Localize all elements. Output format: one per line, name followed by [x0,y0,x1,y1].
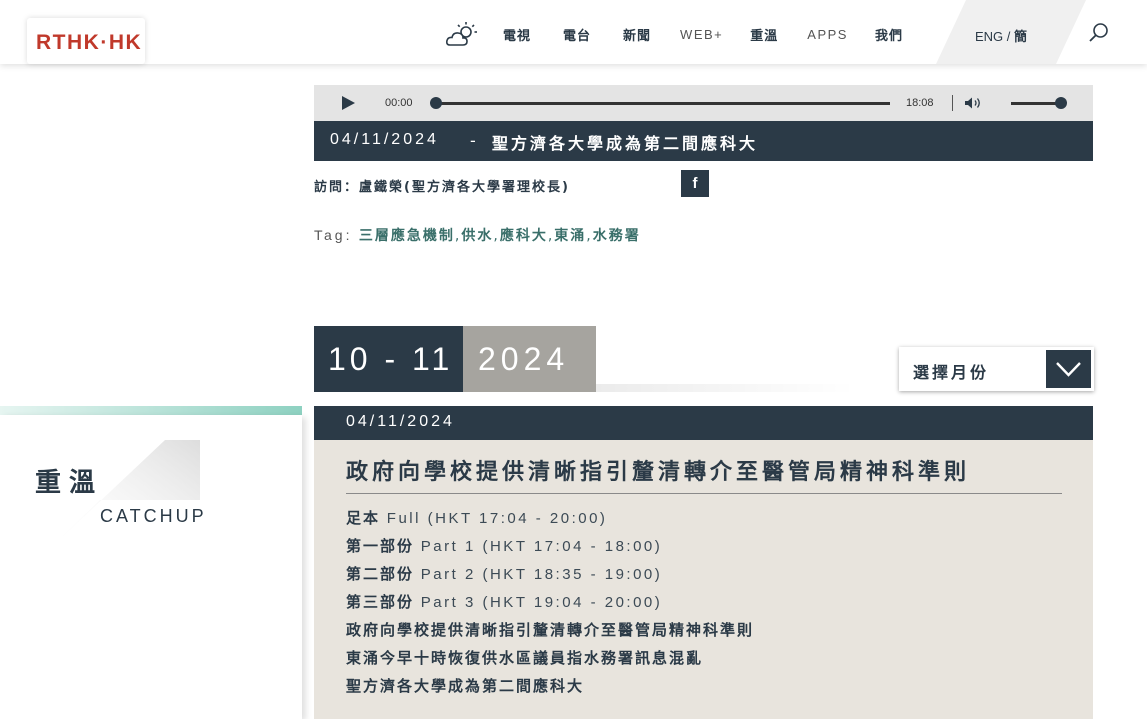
catchup-title-zh: 重溫 [35,468,104,498]
nav-apps[interactable]: APPS [807,27,848,42]
episode-date: 04/11/2024 [330,131,439,148]
segment-part3-link[interactable]: 第三部份 Part 3 (HKT 19:04 - 20:00) [346,591,662,612]
episode-card-header: 04/11/2024 [314,406,1093,440]
segment-label: 第二部份 [346,565,415,583]
interview-text: 訪問：盧鐵榮(聖方濟各大學署理校長) [314,180,570,195]
catchup-title-en: CATCHUP [100,506,207,526]
tag-link[interactable]: 東涌 [554,228,586,244]
nav-radio[interactable]: 電台 [563,25,591,44]
language-switch: ENG / 簡 [975,26,1027,45]
diagonal-decoration [40,440,200,558]
search-icon[interactable] [1088,22,1110,44]
card-date: 04/11/2024 [346,413,455,430]
nav-tv[interactable]: 電視 [503,25,531,44]
nav-news[interactable]: 新聞 [623,25,651,44]
chevron-down-icon [1056,362,1081,377]
audio-player: 00:00 18:08 [314,85,1093,121]
tag-link[interactable]: 應科大 [500,228,548,244]
tag-link[interactable]: 供水 [461,228,493,244]
lang-separator: / [1006,29,1011,44]
tag-link[interactable]: 水務署 [593,228,641,244]
month-select-dropdown[interactable]: 選擇月份 [899,347,1094,391]
month-shadow [596,384,856,392]
top-header: RTHK·HK 電視 電台 新聞 WEB+ 重溫 APPS 我們 ENG / 簡 [0,0,1147,64]
segment-time: Part 1 (HKT 17:04 - 18:00) [420,538,663,555]
segment-label: 第一部份 [346,537,415,555]
lang-simplified-link[interactable]: 簡 [1014,30,1027,45]
segment-full-link[interactable]: 足本 Full (HKT 17:04 - 20:00) [346,507,607,528]
progress-handle[interactable] [430,97,442,109]
main-nav: 電視 電台 新聞 WEB+ 重溫 APPS 我們 [503,25,903,44]
facebook-share-button[interactable]: f [681,170,709,197]
segment-label: 足本 [346,509,381,527]
rthk-logo[interactable]: RTHK·HK [36,31,142,55]
episode-card: 政府向學校提供清晰指引釐清轉介至醫管局精神科準則 足本 Full (HKT 17… [314,440,1093,719]
segment-time: Part 3 (HKT 19:04 - 20:00) [420,594,663,611]
sidebar-accent-line [0,406,302,415]
tag-link[interactable]: 三層應急機制 [359,228,455,244]
episode-separator: - [470,131,476,150]
progress-bar[interactable] [435,102,890,105]
nav-about[interactable]: 我們 [875,25,903,44]
nav-catchup[interactable]: 重溫 [750,25,778,44]
card-title-link[interactable]: 政府向學校提供清晰指引釐清轉介至醫管局精神科準則 [346,454,970,486]
player-divider [952,95,953,111]
current-time: 00:00 [385,97,413,109]
segment-time: Full (HKT 17:04 - 20:00) [386,510,608,527]
tag-list: Tag: 三層應急機制,供水,應科大,東涌,水務署 [314,227,641,244]
nav-web-plus[interactable]: WEB+ [680,27,723,42]
dropdown-toggle[interactable] [1046,350,1091,388]
segment-part2-link[interactable]: 第二部份 Part 2 (HKT 18:35 - 19:00) [346,563,662,584]
story-link[interactable]: 東涌今早十時恢復供水區議員指水務署訊息混亂 [346,647,703,668]
lang-eng-link[interactable]: ENG [975,29,1003,44]
episode-title-bar: 04/11/2024 - 聖方濟各大學成為第二間應科大 [314,121,1093,161]
total-time: 18:08 [906,97,934,109]
card-divider [346,493,1062,494]
volume-handle[interactable] [1055,97,1067,109]
episode-title: 聖方濟各大學成為第二間應科大 [492,134,759,153]
tag-label: Tag: [314,227,353,243]
month-select-label: 選擇月份 [913,363,990,382]
segment-label: 第三部份 [346,593,415,611]
segment-part1-link[interactable]: 第一部份 Part 1 (HKT 17:04 - 18:00) [346,535,662,556]
volume-slider[interactable] [1011,102,1061,105]
story-link[interactable]: 政府向學校提供清晰指引釐清轉介至醫管局精神科準則 [346,619,754,640]
volume-icon[interactable] [964,96,984,110]
play-button[interactable] [342,96,355,110]
segment-time: Part 2 (HKT 18:35 - 19:00) [420,566,663,583]
weather-icon[interactable] [446,21,478,47]
year-label: 2024 [463,326,596,392]
month-range: 10 - 11 [314,326,464,392]
story-link[interactable]: 聖方濟各大學成為第二間應科大 [346,675,584,696]
